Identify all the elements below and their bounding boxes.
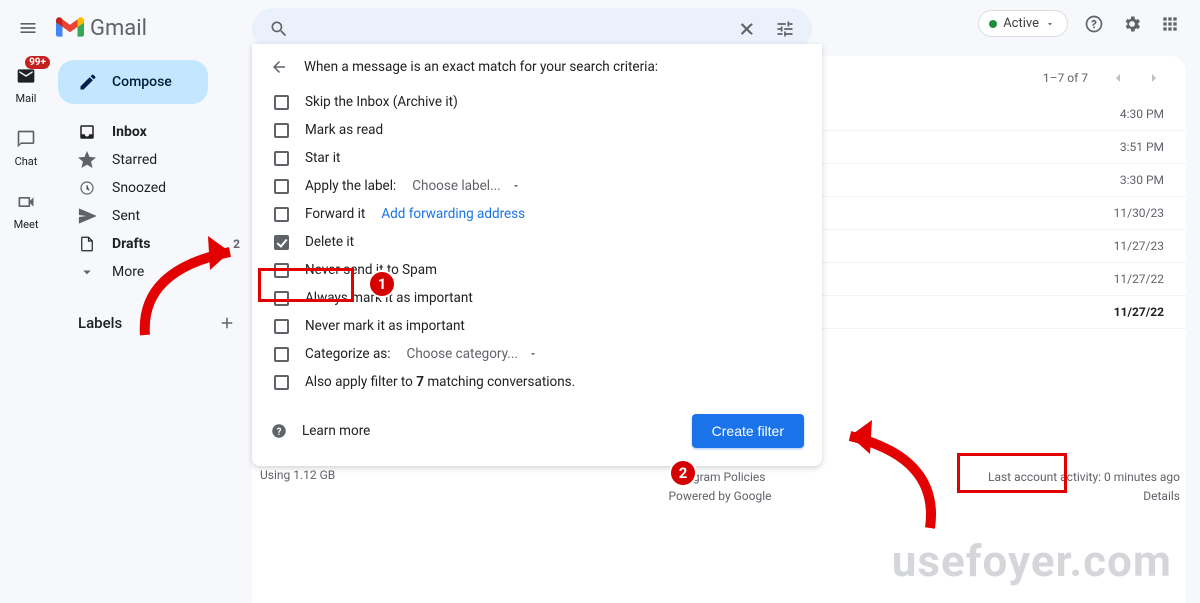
option-never-spam[interactable]: Never send it to Spam: [270, 256, 804, 284]
checkbox[interactable]: [274, 263, 289, 278]
nav-drafts[interactable]: Drafts2: [58, 230, 248, 258]
main-menu-button[interactable]: [4, 4, 52, 52]
checkbox[interactable]: [274, 291, 289, 306]
rail-chat[interactable]: Chat: [12, 125, 40, 168]
nav-starred[interactable]: Starred: [58, 146, 248, 174]
checkbox[interactable]: [274, 123, 289, 138]
labels-heading: Labels: [78, 314, 122, 332]
option-apply-label[interactable]: Apply the label:Choose label...: [270, 172, 804, 200]
option-always-important[interactable]: Always mark it as important: [270, 284, 804, 312]
newer-button[interactable]: [1104, 64, 1132, 92]
pencil-icon: [78, 72, 98, 92]
option-star[interactable]: Star it: [270, 144, 804, 172]
mail-badge: 99+: [25, 56, 50, 69]
option-delete[interactable]: Delete it: [270, 228, 804, 256]
status-pill[interactable]: Active: [978, 10, 1068, 37]
nav-more[interactable]: More: [58, 258, 248, 286]
back-button[interactable]: [270, 58, 288, 76]
checkbox[interactable]: [274, 95, 289, 110]
checkbox[interactable]: [274, 319, 289, 334]
rail-mail[interactable]: 99+ Mail: [12, 62, 40, 105]
support-button[interactable]: [1082, 12, 1106, 36]
help-icon: [1084, 14, 1104, 34]
older-button[interactable]: [1140, 64, 1168, 92]
option-also-apply[interactable]: Also apply filter to 7 matching conversa…: [270, 368, 804, 396]
chevron-down-icon: [1045, 19, 1055, 29]
send-icon: [78, 207, 96, 225]
dropdown-icon: [511, 181, 521, 191]
nav-sent[interactable]: Sent: [58, 202, 248, 230]
powered-by: Powered by Google: [669, 487, 772, 506]
option-forward[interactable]: Forward itAdd forwarding address: [270, 200, 804, 228]
checkbox[interactable]: [274, 375, 289, 390]
meet-icon: [16, 192, 36, 212]
details-link[interactable]: Details: [988, 487, 1180, 506]
option-skip-inbox[interactable]: Skip the Inbox (Archive it): [270, 88, 804, 116]
chevron-right-icon: [1146, 70, 1162, 86]
gear-icon: [1122, 14, 1142, 34]
add-label-button[interactable]: [218, 314, 236, 332]
rail-meet[interactable]: Meet: [12, 188, 40, 231]
label-dropdown[interactable]: Choose label...: [412, 178, 520, 194]
tune-icon: [775, 19, 795, 39]
compose-label: Compose: [112, 74, 172, 90]
checkbox[interactable]: [274, 347, 289, 362]
svg-text:?: ?: [277, 427, 282, 438]
footer-right: Last account activity: 0 minutes ago Det…: [988, 468, 1180, 506]
apps-button[interactable]: [1158, 12, 1182, 36]
learn-more-link[interactable]: ?Learn more: [270, 422, 370, 440]
app-name: Gmail: [90, 16, 147, 41]
search-clear-button[interactable]: [728, 10, 766, 48]
close-icon: [737, 19, 757, 39]
chat-icon: [16, 129, 36, 149]
gmail-icon: [56, 17, 84, 39]
apps-icon: [1160, 14, 1180, 34]
option-mark-read[interactable]: Mark as read: [270, 116, 804, 144]
clock-icon: [78, 179, 96, 197]
create-filter-button[interactable]: Create filter: [692, 414, 804, 448]
watermark: usefoyer.com: [892, 535, 1172, 587]
chevron-left-icon: [1110, 70, 1126, 86]
inbox-icon: [78, 123, 96, 141]
search-options-button[interactable]: [766, 10, 804, 48]
nav-snoozed[interactable]: Snoozed: [58, 174, 248, 202]
chevron-down-icon: [78, 263, 96, 281]
category-dropdown[interactable]: Choose category...: [407, 346, 538, 362]
dropdown-icon: [528, 349, 538, 359]
storage-usage[interactable]: Using 1.12 GB: [260, 468, 335, 482]
nav-inbox[interactable]: Inbox: [58, 118, 248, 146]
menu-icon: [18, 18, 38, 38]
search-input[interactable]: [298, 21, 728, 38]
checkbox[interactable]: [274, 151, 289, 166]
checkbox[interactable]: [274, 207, 289, 222]
plus-icon: [218, 314, 236, 332]
gmail-logo[interactable]: Gmail: [56, 16, 147, 41]
search-icon[interactable]: [260, 10, 298, 48]
draft-icon: [78, 235, 96, 253]
star-icon: [78, 151, 96, 169]
annotation-badge-1: 1: [368, 270, 396, 298]
last-activity: Last account activity: 0 minutes ago: [988, 468, 1180, 487]
checkbox[interactable]: [274, 235, 289, 250]
status-label: Active: [1003, 16, 1039, 31]
option-never-important[interactable]: Never mark it as important: [270, 312, 804, 340]
annotation-badge-2: 2: [669, 459, 697, 487]
mail-icon: [16, 66, 36, 86]
compose-button[interactable]: Compose: [58, 60, 208, 104]
filter-options-panel: When a message is an exact match for you…: [252, 44, 822, 466]
checkbox[interactable]: [274, 179, 289, 194]
panel-title: When a message is an exact match for you…: [304, 59, 658, 75]
pagination-count: 1–7 of 7: [1043, 71, 1088, 85]
help-icon: ?: [270, 422, 288, 440]
status-dot-icon: [989, 20, 997, 28]
settings-button[interactable]: [1120, 12, 1144, 36]
add-forwarding-link[interactable]: Add forwarding address: [381, 206, 525, 222]
option-categorize[interactable]: Categorize as:Choose category...: [270, 340, 804, 368]
arrow-left-icon: [270, 58, 288, 76]
